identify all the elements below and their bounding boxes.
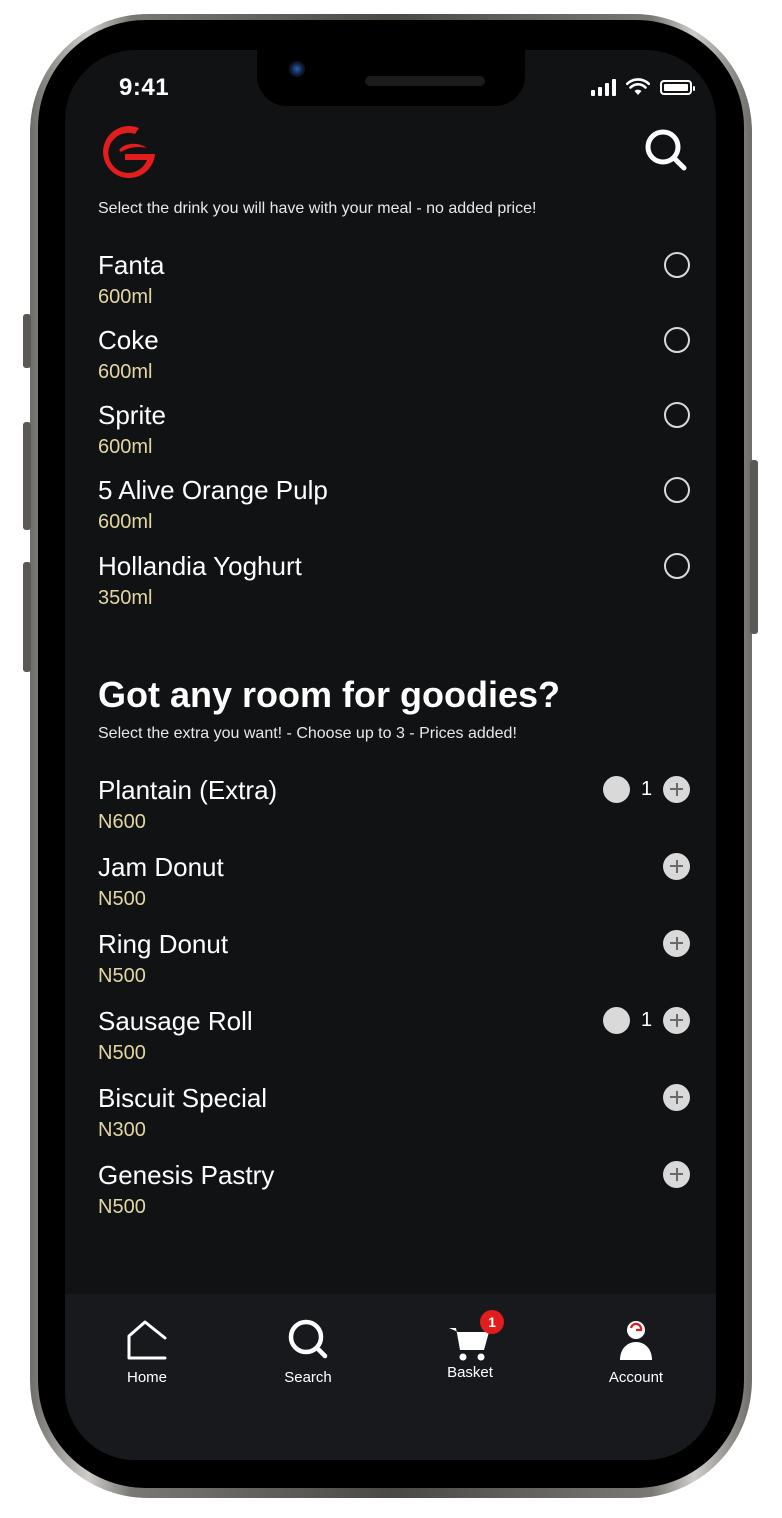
battery-icon: [660, 79, 695, 95]
power-button: [750, 460, 758, 634]
plus-icon[interactable]: [663, 852, 690, 880]
tab-basket-label: Basket: [447, 1364, 493, 1381]
tab-search[interactable]: Search: [253, 1318, 363, 1386]
drink-option-hollandia[interactable]: Hollandia Yoghurt 350ml: [98, 551, 690, 621]
quantity-value: 1: [640, 1008, 653, 1031]
extra-item-plantain[interactable]: Plantain (Extra) N600 1: [98, 775, 690, 845]
extra-name: Sausage Roll: [98, 1006, 253, 1036]
drink-size: 350ml: [98, 587, 153, 609]
brand-g-logo[interactable]: [95, 120, 161, 184]
search-icon: [288, 1319, 328, 1359]
drink-name: Sprite: [98, 400, 166, 430]
drink-name: Coke: [98, 325, 159, 355]
mute-switch: [23, 314, 31, 368]
plus-icon[interactable]: [663, 1160, 690, 1188]
search-icon[interactable]: [644, 128, 688, 172]
radio-button[interactable]: [664, 477, 690, 503]
tab-search-label: Search: [284, 1369, 332, 1386]
extra-price: N600: [98, 811, 146, 833]
extra-price: N500: [98, 965, 146, 987]
home-icon: [127, 1320, 167, 1360]
account-icon: [620, 1321, 652, 1360]
extra-item-jam-donut[interactable]: Jam Donut N500: [98, 852, 690, 922]
radio-button[interactable]: [664, 553, 690, 579]
extra-item-ring-donut[interactable]: Ring Donut N500: [98, 929, 690, 999]
extra-item-biscuit-special[interactable]: Biscuit Special N300: [98, 1083, 690, 1153]
plus-icon[interactable]: [663, 775, 690, 803]
extra-price: N500: [98, 1196, 146, 1218]
extra-item-genesis-pastry[interactable]: Genesis Pastry N500: [98, 1160, 690, 1230]
extras-section-title: Got any room for goodies?: [98, 674, 561, 715]
tab-home-label: Home: [126, 1369, 167, 1386]
wifi-icon: [626, 78, 650, 95]
status-time: 9:41: [119, 74, 170, 101]
extra-name: Biscuit Special: [98, 1083, 268, 1113]
extra-price: N500: [98, 1042, 146, 1064]
tab-basket[interactable]: 1 Basket: [415, 1310, 525, 1381]
extra-name: Jam Donut: [98, 852, 224, 882]
extras-instruction: Select the extra you want! - Choose up t…: [98, 725, 517, 742]
plus-icon[interactable]: [663, 1083, 690, 1111]
drink-size: 600ml: [98, 511, 153, 533]
drink-name: Hollandia Yoghurt: [98, 551, 302, 581]
decrease-button[interactable]: [603, 775, 630, 803]
tab-account-label: Account: [608, 1369, 664, 1386]
extra-name: Plantain (Extra): [98, 775, 278, 805]
basket-count-badge: 1: [480, 1310, 504, 1334]
drink-instruction: Select the drink you will have with your…: [98, 200, 537, 217]
volume-down-button: [23, 562, 31, 672]
drink-name: Fanta: [98, 250, 165, 280]
radio-button[interactable]: [664, 327, 690, 353]
extra-price: N300: [98, 1119, 146, 1141]
extra-price: N500: [98, 888, 146, 910]
drink-size: 600ml: [98, 436, 153, 458]
plus-icon[interactable]: [663, 929, 690, 957]
quantity-stepper[interactable]: 1: [603, 775, 690, 803]
front-camera: [289, 61, 305, 77]
plus-icon[interactable]: [663, 1006, 690, 1034]
drink-size: 600ml: [98, 286, 153, 308]
extra-name: Ring Donut: [98, 929, 229, 959]
quantity-stepper[interactable]: 1: [603, 1006, 690, 1034]
extra-item-sausage-roll[interactable]: Sausage Roll N500 1: [98, 1006, 690, 1076]
quantity-stepper[interactable]: [663, 852, 690, 880]
drink-option-5-alive[interactable]: 5 Alive Orange Pulp 600ml: [98, 475, 690, 545]
bottom-tab-bar: Home Search 1 Basket Account: [65, 1294, 716, 1460]
quantity-stepper[interactable]: [663, 929, 690, 957]
decrease-button[interactable]: [603, 1006, 630, 1034]
cellular-signal-icon: [591, 78, 616, 96]
quantity-stepper[interactable]: [663, 1160, 690, 1188]
status-icons: [591, 78, 695, 96]
quantity-stepper[interactable]: [663, 1083, 690, 1111]
tab-account[interactable]: Account: [581, 1318, 691, 1386]
app-screen: 9:41 Select the drink you will have with…: [65, 50, 716, 1460]
drink-option-fanta[interactable]: Fanta 600ml: [98, 250, 690, 320]
radio-button[interactable]: [664, 402, 690, 428]
drink-option-sprite[interactable]: Sprite 600ml: [98, 400, 690, 470]
extra-name: Genesis Pastry: [98, 1160, 275, 1190]
quantity-value: 1: [640, 777, 653, 800]
radio-button[interactable]: [664, 252, 690, 278]
drink-name: 5 Alive Orange Pulp: [98, 475, 328, 505]
drink-size: 600ml: [98, 361, 153, 383]
basket-icon-wrap: 1: [448, 1310, 504, 1362]
tab-home[interactable]: Home: [92, 1318, 202, 1386]
volume-up-button: [23, 422, 31, 530]
drink-option-coke[interactable]: Coke 600ml: [98, 325, 690, 395]
earpiece-speaker: [365, 76, 485, 86]
